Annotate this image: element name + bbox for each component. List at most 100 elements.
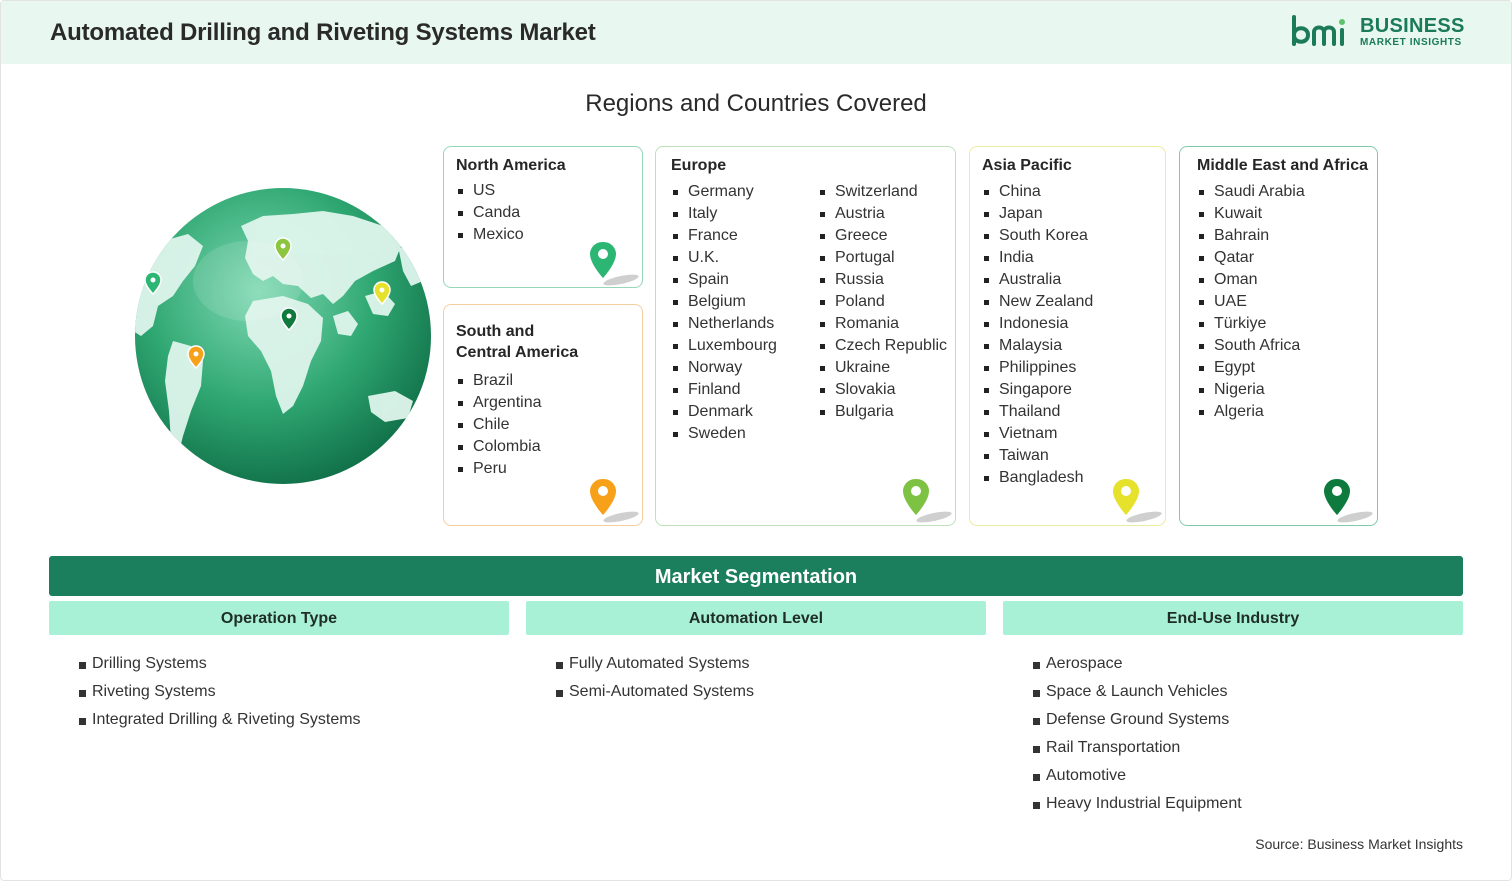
list-item: Chile xyxy=(456,414,542,436)
list-item: Kuwait xyxy=(1197,203,1305,225)
list-item: Bangladesh xyxy=(982,467,1093,489)
region-title-middle-east-africa: Middle East and Africa xyxy=(1197,157,1368,174)
list-item: Germany xyxy=(671,181,777,203)
list-item: Riveting Systems xyxy=(79,678,361,706)
region-title-north-america: North America xyxy=(456,157,566,174)
list-item: Italy xyxy=(671,203,777,225)
map-pin-icon xyxy=(590,479,639,523)
segment-list-end-use-industry: Aerospace Space & Launch Vehicles Defens… xyxy=(1033,650,1242,818)
segment-heading-end-use-industry: End-Use Industry xyxy=(1003,601,1463,635)
segment-heading-automation-level: Automation Level xyxy=(526,601,986,635)
list-item: Space & Launch Vehicles xyxy=(1033,678,1242,706)
country-list-middle-east-africa: Saudi Arabia Kuwait Bahrain Qatar Oman U… xyxy=(1197,181,1305,423)
list-item: Netherlands xyxy=(671,313,777,335)
list-item: Norway xyxy=(671,357,777,379)
region-title-line: South and xyxy=(456,323,535,340)
list-item: Ukraine xyxy=(818,357,947,379)
list-item: Taiwan xyxy=(982,445,1093,467)
list-item: Japan xyxy=(982,203,1093,225)
list-item: Nigeria xyxy=(1197,379,1305,401)
list-item: Philippines xyxy=(982,357,1093,379)
segmentation-title-bar: Market Segmentation xyxy=(49,556,1463,596)
list-item: U.K. xyxy=(671,247,777,269)
list-item: China xyxy=(982,181,1093,203)
list-item: US xyxy=(456,180,524,202)
list-item: Peru xyxy=(456,458,542,480)
country-list-south-central-america: Brazil Argentina Chile Colombia Peru xyxy=(456,370,542,480)
list-item: South Korea xyxy=(982,225,1093,247)
list-item: Malaysia xyxy=(982,335,1093,357)
region-title-south-central-america: South and Central America xyxy=(456,321,578,363)
map-pin-icon xyxy=(1113,479,1162,523)
regions-title: Regions and Countries Covered xyxy=(585,90,927,117)
list-item: Czech Republic xyxy=(818,335,947,357)
list-item: Aerospace xyxy=(1033,650,1242,678)
list-item: Algeria xyxy=(1197,401,1305,423)
list-item: Thailand xyxy=(982,401,1093,423)
region-card-europe: Europe Germany Italy France U.K. Spain B… xyxy=(655,146,956,526)
list-item: Spain xyxy=(671,269,777,291)
source-note: Source: Business Market Insights xyxy=(1255,836,1463,852)
segment-list-automation-level: Fully Automated Systems Semi-Automated S… xyxy=(556,650,754,706)
list-item: Brazil xyxy=(456,370,542,392)
list-item: Austria xyxy=(818,203,947,225)
country-list-north-america: US Canda Mexico xyxy=(456,180,524,246)
country-list-europe-col1: Germany Italy France U.K. Spain Belgium … xyxy=(671,181,777,445)
list-item: Defense Ground Systems xyxy=(1033,706,1242,734)
list-item: India xyxy=(982,247,1093,269)
bmi-logo: BUSINESS MARKET INSIGHTS xyxy=(1290,14,1470,54)
segment-list-operation-type: Drilling Systems Riveting Systems Integr… xyxy=(79,650,361,734)
list-item: Canda xyxy=(456,202,524,224)
list-item: Switzerland xyxy=(818,181,947,203)
list-item: Bulgaria xyxy=(818,401,947,423)
list-item: Mexico xyxy=(456,224,524,246)
map-pin-icon xyxy=(1324,479,1373,523)
list-item: Slovakia xyxy=(818,379,947,401)
logo-text-market-insights: MARKET INSIGHTS xyxy=(1360,37,1462,48)
map-pin-icon xyxy=(903,479,952,523)
list-item: Sweden xyxy=(671,423,777,445)
list-item: Integrated Drilling & Riveting Systems xyxy=(79,706,361,734)
list-item: UAE xyxy=(1197,291,1305,313)
list-item: Argentina xyxy=(456,392,542,414)
list-item: Türkiye xyxy=(1197,313,1305,335)
list-item: Denmark xyxy=(671,401,777,423)
list-item: Colombia xyxy=(456,436,542,458)
region-card-south-central-america: South and Central America Brazil Argenti… xyxy=(443,304,643,526)
region-card-middle-east-africa: Middle East and Africa Saudi Arabia Kuwa… xyxy=(1179,146,1378,526)
list-item: Singapore xyxy=(982,379,1093,401)
list-item: Australia xyxy=(982,269,1093,291)
map-pin-icon xyxy=(590,242,639,286)
list-item: South Africa xyxy=(1197,335,1305,357)
list-item: Fully Automated Systems xyxy=(556,650,754,678)
list-item: Luxembourg xyxy=(671,335,777,357)
list-item: Rail Transportation xyxy=(1033,734,1242,762)
list-item: Bahrain xyxy=(1197,225,1305,247)
list-item: Russia xyxy=(818,269,947,291)
list-item: Greece xyxy=(818,225,947,247)
list-item: Belgium xyxy=(671,291,777,313)
list-item: Semi-Automated Systems xyxy=(556,678,754,706)
list-item: New Zealand xyxy=(982,291,1093,313)
list-item: Oman xyxy=(1197,269,1305,291)
list-item: Drilling Systems xyxy=(79,650,361,678)
country-list-asia-pacific: China Japan South Korea India Australia … xyxy=(982,181,1093,489)
list-item: France xyxy=(671,225,777,247)
list-item: Indonesia xyxy=(982,313,1093,335)
list-item: Heavy Industrial Equipment xyxy=(1033,790,1242,818)
segment-heading-operation-type: Operation Type xyxy=(49,601,509,635)
country-list-europe-col2: Switzerland Austria Greece Portugal Russ… xyxy=(818,181,947,423)
region-card-north-america: North America US Canda Mexico xyxy=(443,146,643,288)
list-item: Egypt xyxy=(1197,357,1305,379)
logo-text-business: BUSINESS xyxy=(1360,15,1465,37)
region-title-europe: Europe xyxy=(671,157,727,174)
list-item: Romania xyxy=(818,313,947,335)
list-item: Qatar xyxy=(1197,247,1305,269)
list-item: Poland xyxy=(818,291,947,313)
page-title: Automated Drilling and Riveting Systems … xyxy=(50,19,596,46)
list-item: Automotive xyxy=(1033,762,1242,790)
list-item: Finland xyxy=(671,379,777,401)
list-item: Saudi Arabia xyxy=(1197,181,1305,203)
region-title-asia-pacific: Asia Pacific xyxy=(982,157,1072,174)
list-item: Portugal xyxy=(818,247,947,269)
